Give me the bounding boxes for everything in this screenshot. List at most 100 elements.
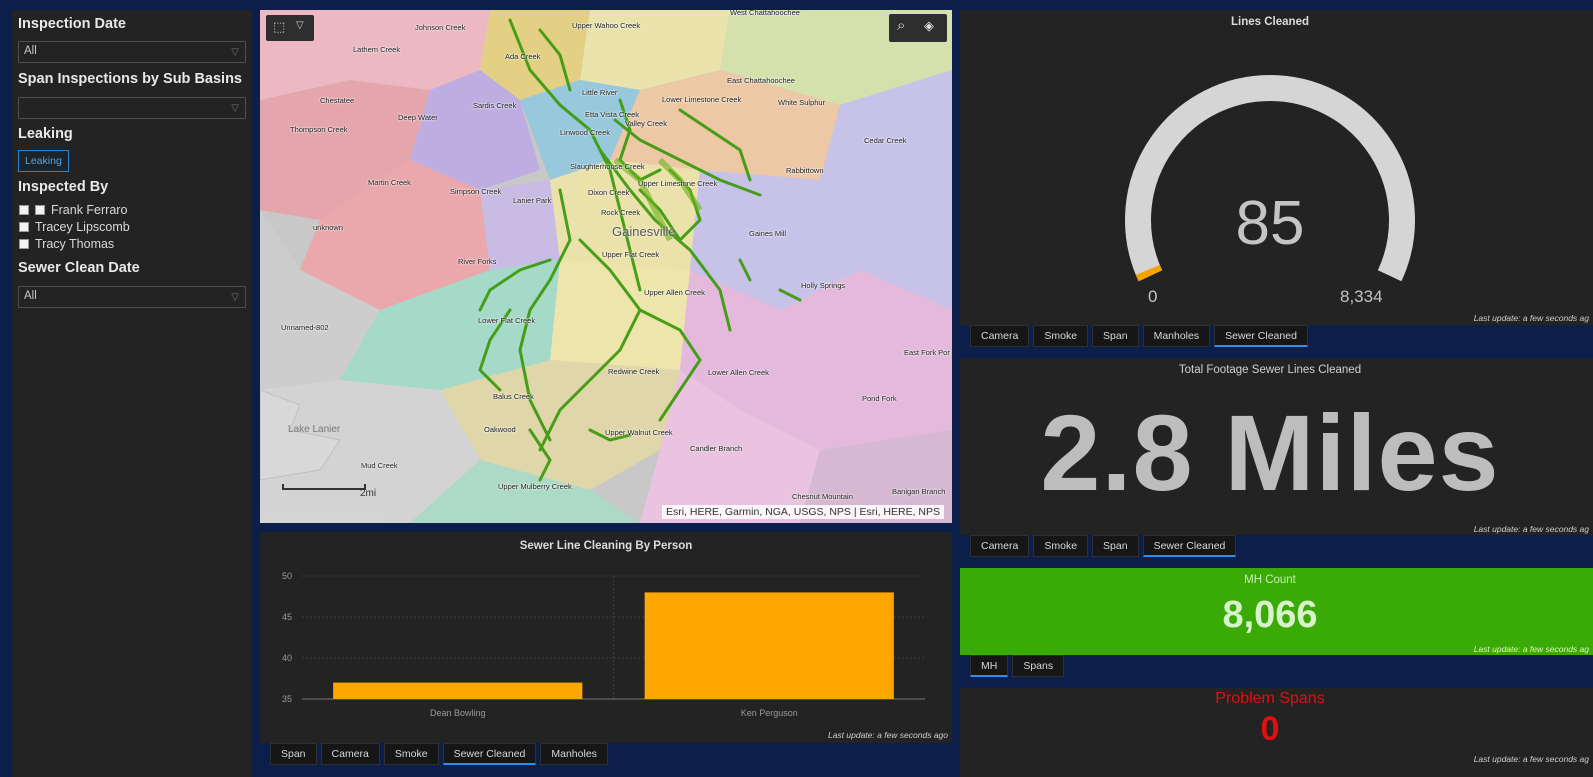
chevron-down-icon[interactable]: ▽ bbox=[296, 20, 304, 31]
basin-label: Cedar Creek bbox=[864, 136, 907, 145]
basin-label: Rabbittown bbox=[786, 166, 824, 175]
inspection-date-dropdown[interactable]: All ▽ bbox=[18, 41, 246, 63]
select-all-checkbox[interactable] bbox=[19, 205, 29, 215]
inspection-date-value: All bbox=[24, 45, 37, 57]
last-update: Last update: a few seconds ago bbox=[827, 730, 948, 740]
problem-spans-panel: Problem Spans 0 Last update: a few secon… bbox=[960, 688, 1593, 777]
basin-label: Mud Creek bbox=[361, 461, 398, 470]
x-tick-label: Dean Bowling bbox=[430, 708, 486, 718]
last-update: Last update: a few seconds ag bbox=[1473, 524, 1589, 534]
y-tick-label: 35 bbox=[282, 694, 292, 704]
scale-label: 2mi bbox=[360, 488, 377, 499]
leaking-title: Leaking bbox=[18, 126, 73, 142]
basin-label: Valley Creek bbox=[625, 119, 667, 128]
mh-count-value: 8,066 bbox=[1222, 594, 1318, 636]
span-inspections-dropdown[interactable]: ▽ bbox=[18, 97, 246, 119]
tab-span[interactable]: Span bbox=[1092, 535, 1139, 557]
gauge-fill bbox=[1135, 264, 1163, 282]
tab-smoke[interactable]: Smoke bbox=[1033, 535, 1089, 557]
filter-panel: Inspection Date All ▽ Span Inspections b… bbox=[12, 10, 252, 777]
basin-label: Simpson Creek bbox=[450, 187, 502, 196]
tab-smoke[interactable]: Smoke bbox=[383, 743, 439, 765]
tab-manholes[interactable]: Manholes bbox=[540, 743, 608, 765]
mh-count-tabs: MH Spans bbox=[970, 655, 1065, 677]
basin-label: Unnamed-802 bbox=[281, 323, 329, 332]
basin-label: Deep Water bbox=[398, 113, 438, 122]
tab-spans[interactable]: Spans bbox=[1012, 655, 1065, 677]
basin-label: Etta Vista Creek bbox=[585, 110, 640, 119]
inspection-date-title: Inspection Date bbox=[18, 16, 126, 32]
basin-label: Ada Creek bbox=[505, 52, 541, 61]
gauge-chart bbox=[1125, 75, 1415, 282]
mh-count-panel: MH Count 8,066 Last update: a few second… bbox=[960, 568, 1593, 655]
basin-label: Lanier Park bbox=[513, 196, 552, 205]
basin-label: Chesnut Mountain bbox=[792, 492, 853, 501]
basin-label: Upper Limestone Creek bbox=[638, 179, 718, 188]
basemap[interactable] bbox=[260, 10, 952, 523]
sewer-clean-date-dropdown[interactable]: All ▽ bbox=[18, 286, 246, 308]
tab-span[interactable]: Span bbox=[1092, 325, 1139, 347]
basin-label: East Fork Por bbox=[904, 348, 950, 357]
sewer-clean-date-value: All bbox=[24, 290, 37, 302]
y-tick-label: 40 bbox=[282, 653, 292, 663]
x-tick-label: Ken Perguson bbox=[741, 708, 798, 718]
inspector-option-tracy[interactable]: Tracy Thomas bbox=[19, 237, 114, 251]
checkbox[interactable] bbox=[19, 222, 29, 232]
city-label: Gainesville bbox=[612, 224, 676, 239]
basin-label: Thompson Creek bbox=[290, 125, 348, 134]
inspector-label: Frank Ferraro bbox=[51, 203, 128, 217]
basin-label: Sardis Creek bbox=[473, 101, 517, 110]
tab-span[interactable]: Span bbox=[270, 743, 317, 765]
basin-label: Chestatee bbox=[320, 96, 355, 105]
checkbox[interactable] bbox=[19, 239, 29, 249]
chevron-down-icon: ▽ bbox=[231, 103, 239, 114]
basin-label: Lower Flat Creek bbox=[478, 316, 536, 325]
select-tool[interactable]: ⬚ ▽ bbox=[266, 15, 314, 41]
tab-smoke[interactable]: Smoke bbox=[1033, 325, 1089, 347]
basin-label: East Chattahoochee bbox=[727, 76, 795, 85]
footage-panel: Total Footage Sewer Lines Cleaned 2.8 Mi… bbox=[960, 358, 1593, 535]
footage-title: Total Footage Sewer Lines Cleaned bbox=[1178, 364, 1362, 376]
last-update: Last update: a few seconds ag bbox=[1473, 754, 1589, 764]
inspector-option-frank[interactable]: Frank Ferraro bbox=[19, 203, 127, 217]
sewer-clean-date-title: Sewer Clean Date bbox=[18, 260, 140, 276]
search-icon[interactable]: ⌕ bbox=[897, 17, 905, 34]
bar bbox=[333, 682, 583, 699]
y-tick-label: 45 bbox=[282, 612, 292, 622]
checkbox[interactable] bbox=[35, 205, 45, 215]
map-view[interactable]: West Chattahoochee Johnson Creek Upper Wah… bbox=[260, 10, 952, 523]
map-attribution: Esri, HERE, Garmin, NGA, USGS, NPS | Esr… bbox=[661, 505, 944, 519]
tab-sewer-cleaned[interactable]: Sewer Cleaned bbox=[1214, 325, 1308, 347]
tab-camera[interactable]: Camera bbox=[970, 535, 1030, 557]
chevron-down-icon: ▽ bbox=[231, 292, 239, 303]
basin-label: Lower Allen Creek bbox=[708, 368, 769, 377]
gauge-min: 0 bbox=[1148, 287, 1158, 306]
leaking-chip[interactable]: Leaking bbox=[18, 150, 69, 172]
basin-label: Lathem Creek bbox=[353, 45, 401, 54]
mh-count-label: MH Count bbox=[1244, 574, 1296, 586]
basin-label: Linwood Creek bbox=[560, 128, 611, 137]
scale-bar bbox=[282, 484, 366, 490]
basin-label: Upper Walnut Creek bbox=[605, 428, 673, 437]
inspector-option-tracey[interactable]: Tracey Lipscomb bbox=[19, 220, 130, 234]
lake-label: Lake Lanier bbox=[288, 424, 341, 435]
tab-manholes[interactable]: Manholes bbox=[1142, 325, 1211, 347]
bar bbox=[644, 592, 894, 699]
lines-cleaned-panel: Lines Cleaned 85 0 8,334 Last update: a … bbox=[960, 10, 1593, 325]
tab-sewer-cleaned[interactable]: Sewer Cleaned bbox=[1142, 535, 1237, 557]
basin-label: unknown bbox=[313, 223, 344, 232]
tab-sewer-cleaned[interactable]: Sewer Cleaned bbox=[442, 743, 537, 765]
chevron-down-icon: ▽ bbox=[231, 47, 239, 58]
tab-camera[interactable]: Camera bbox=[970, 325, 1030, 347]
tab-mh[interactable]: MH bbox=[970, 655, 1009, 677]
basin-label: Redwine Creek bbox=[608, 367, 660, 376]
tab-camera[interactable]: Camera bbox=[320, 743, 380, 765]
basin-label: Martin Creek bbox=[368, 178, 411, 187]
basin-label: River Forks bbox=[458, 257, 497, 266]
basin-label: White Sulphur bbox=[778, 98, 826, 107]
basin-label: Lower Limestone Creek bbox=[662, 95, 742, 104]
bar-chart-tabs: Span Camera Smoke Sewer Cleaned Manholes bbox=[270, 743, 608, 765]
layers-icon[interactable]: ◈ bbox=[924, 18, 934, 34]
select-icon[interactable]: ⬚ bbox=[273, 19, 285, 35]
basin-label: Dixon Creek bbox=[588, 188, 630, 197]
